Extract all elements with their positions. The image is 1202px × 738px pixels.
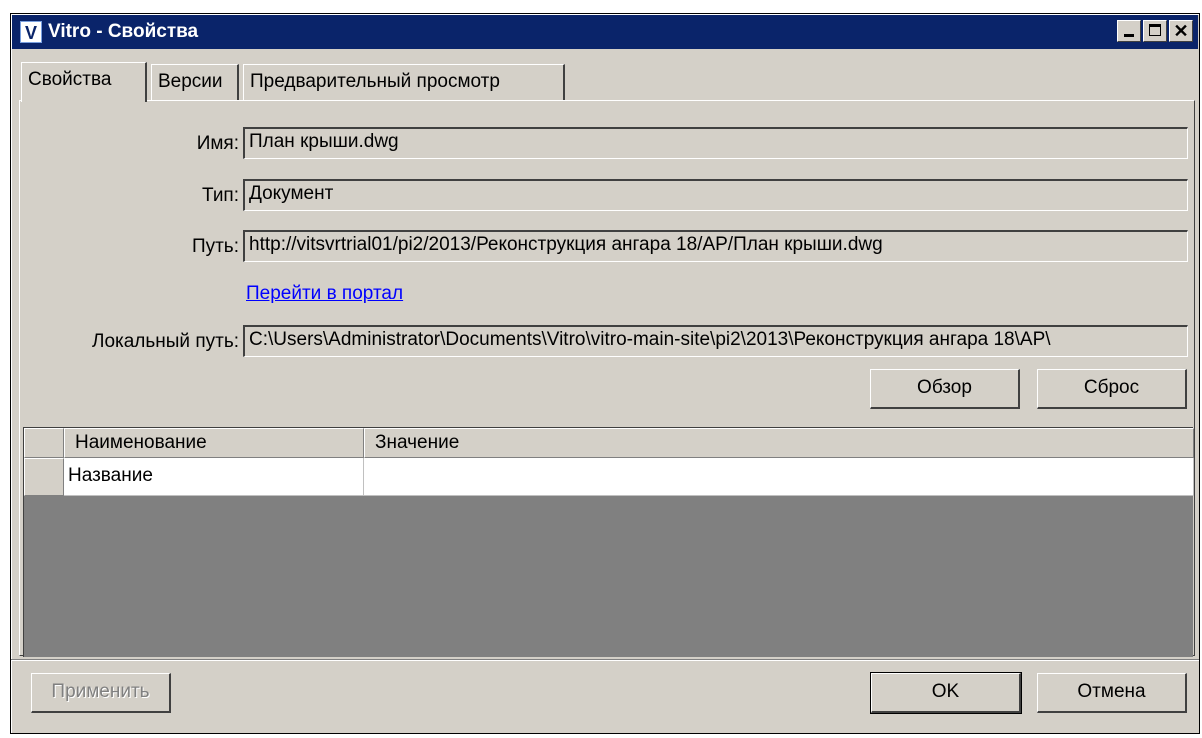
maximize-icon [1144,21,1166,41]
vitro-app-icon: V [20,21,42,43]
table-row[interactable]: Название [24,458,1194,496]
grid-corner-cell[interactable] [24,428,64,458]
footer-divider [11,659,1199,661]
properties-grid: Наименование Значение Название [23,427,1194,657]
tab-versions[interactable]: Версии [151,64,239,100]
grid-header: Наименование Значение [24,428,1194,458]
row-value-cell[interactable] [364,458,1194,496]
browse-button[interactable]: Обзор [870,369,1020,409]
ok-button[interactable]: OK [870,672,1022,714]
window-title: Vitro - Свойства [48,21,199,42]
minimize-button[interactable] [1117,20,1141,42]
type-field[interactable]: Документ [243,179,1188,211]
reset-button[interactable]: Сброс [1037,369,1187,409]
name-field[interactable]: План крыши.dwg [243,127,1188,159]
type-label: Тип: [202,185,239,206]
cancel-button[interactable]: Отмена [1037,673,1187,713]
row-name-cell[interactable]: Название [64,458,364,496]
apply-button[interactable]: Применить [31,673,171,713]
column-header-value[interactable]: Значение [364,428,1194,458]
close-button[interactable]: ✕ [1169,20,1193,42]
tab-preview[interactable]: Предварительный просмотр [243,64,565,100]
local-path-label: Локальный путь: [91,331,239,352]
path-field[interactable]: http://vitsvrtrial01/pi2/2013/Реконструк… [243,230,1188,262]
local-path-field[interactable]: C:\Users\Administrator\Documents\Vitro\v… [243,325,1188,357]
name-label: Имя: [196,133,239,154]
title-bar[interactable]: V Vitro - Свойства ✕ [12,15,1198,49]
minimize-icon [1118,21,1140,41]
maximize-button[interactable] [1143,20,1167,42]
tab-properties[interactable]: Свойства [21,62,147,102]
column-header-name[interactable]: Наименование [64,428,364,458]
close-icon: ✕ [1173,21,1189,41]
go-to-portal-link[interactable]: Перейти в портал [246,283,403,305]
path-label: Путь: [191,236,239,257]
properties-dialog: V Vitro - Свойства ✕ Свойства Версии Пре… [10,13,1200,734]
row-selector[interactable] [24,458,64,496]
